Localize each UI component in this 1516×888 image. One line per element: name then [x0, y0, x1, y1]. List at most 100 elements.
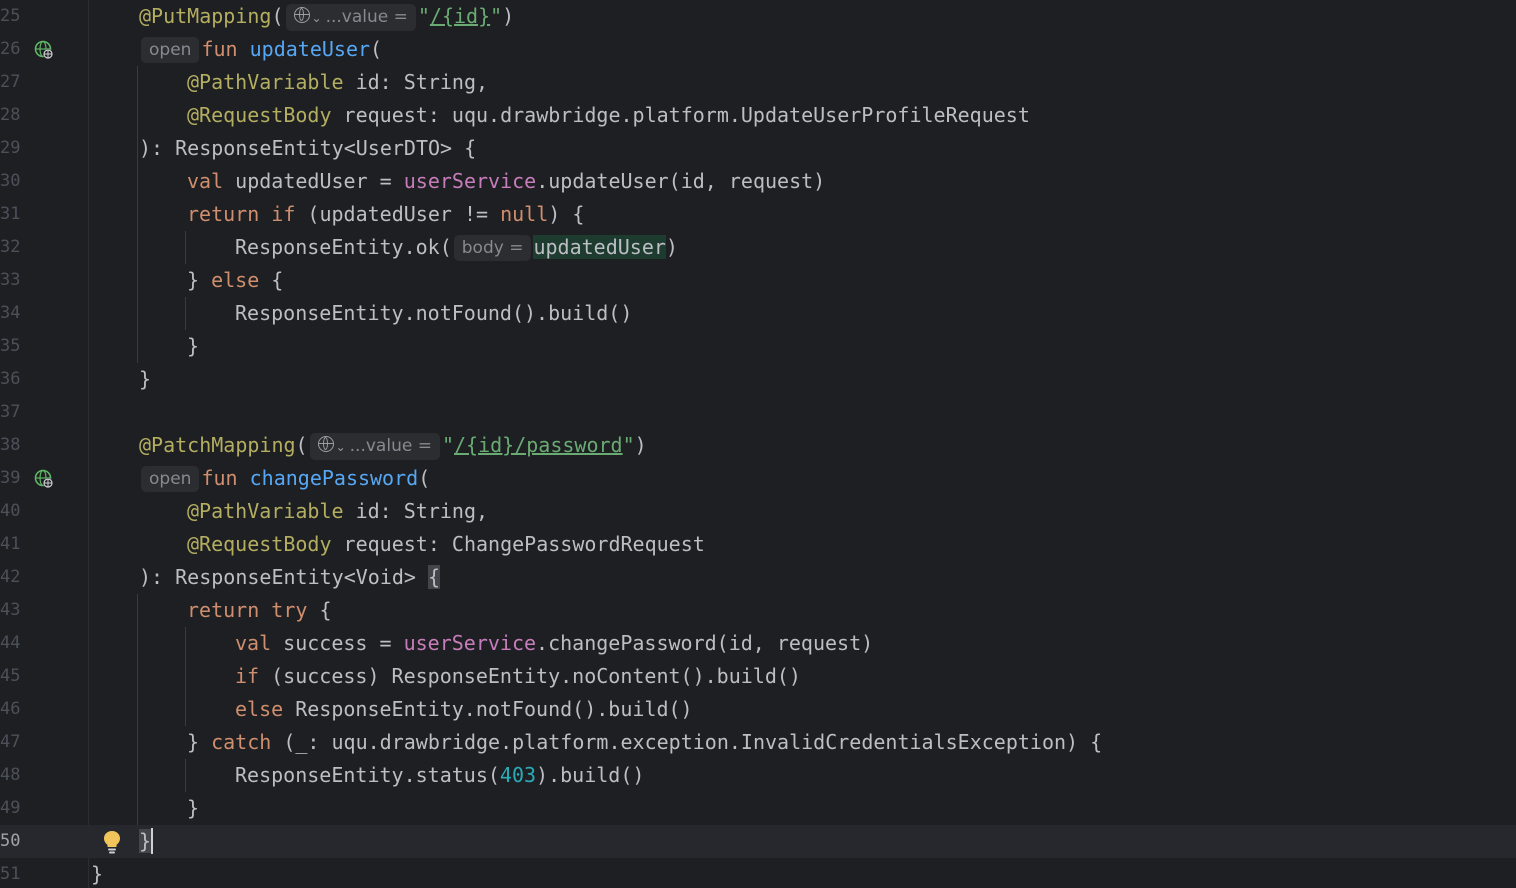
line-number: 39	[0, 468, 21, 488]
code-line[interactable]: 51 }	[0, 858, 1516, 888]
inlay-hint-label: ...value =	[325, 7, 408, 27]
line-number: 40	[0, 501, 21, 521]
code-line[interactable]: 42 ): ResponseEntity<Void> {	[0, 561, 1516, 594]
code-line[interactable]: 25 @PutMapping(⌄ ...value = "/{id}")	[0, 0, 1516, 33]
keyword: return	[187, 598, 260, 622]
code-rest: (	[418, 466, 431, 490]
line-number: 38	[0, 435, 21, 455]
line-number: 29	[0, 138, 21, 158]
code-text: val success = userService.changePassword…	[235, 627, 873, 660]
keyword: return	[187, 202, 260, 226]
field-reference: userService	[403, 631, 537, 655]
code-line[interactable]: 29 ): ResponseEntity<UserDTO> {	[0, 132, 1516, 165]
keyword: try	[271, 598, 308, 622]
line-number: 25	[0, 6, 21, 26]
code-pre: ResponseEntity.status(	[235, 763, 500, 787]
code-line[interactable]: 48 ResponseEntity.status(403).build()	[0, 759, 1516, 792]
code-line[interactable]: 31 return if (updatedUser != null) {	[0, 198, 1516, 231]
keyword: else	[235, 697, 284, 721]
code-text: }	[187, 792, 199, 825]
code-text: @PathVariable id: String,	[187, 495, 488, 528]
field-reference: userService	[403, 169, 537, 193]
current-code-line[interactable]: 50 }	[0, 825, 1516, 858]
code-rest: request: uqu.drawbridge.platform.UpdateU…	[331, 103, 1030, 127]
keyword: if	[271, 202, 296, 226]
code-line[interactable]: 38 @PatchMapping(⌄ ...value = "/{id}/passw…	[0, 429, 1516, 462]
line-number: 41	[0, 534, 21, 554]
line-number: 35	[0, 336, 21, 356]
line-number: 36	[0, 369, 21, 389]
line-number: 44	[0, 633, 21, 653]
keyword: null	[500, 202, 549, 226]
line-number: 45	[0, 666, 21, 686]
code-rest: )	[665, 235, 678, 259]
globe-icon	[293, 7, 310, 23]
code-line[interactable]: 36 }	[0, 363, 1516, 396]
code-line[interactable]: 41 @RequestBody request: ChangePasswordR…	[0, 528, 1516, 561]
line-number: 49	[0, 798, 21, 818]
string-quote: "	[417, 4, 430, 28]
code-line[interactable]: 37	[0, 396, 1516, 429]
code-line[interactable]: 49 }	[0, 792, 1516, 825]
code-text: } else {	[187, 264, 283, 297]
inlay-hint[interactable]: open	[141, 37, 200, 63]
line-number: 26	[0, 39, 21, 59]
code-line[interactable]: 45 if (success) ResponseEntity.noContent…	[0, 660, 1516, 693]
paren: (	[295, 433, 308, 457]
string-quote: "	[441, 433, 454, 457]
inlay-hint[interactable]: ⌄ ...value =	[285, 4, 416, 31]
code-editor[interactable]: 25 @PutMapping(⌄ ...value = "/{id}") 26 op…	[0, 0, 1516, 888]
paren: )	[634, 433, 647, 457]
inlay-hint[interactable]: ⌄ ...value =	[309, 433, 440, 460]
function-name: changePassword	[249, 466, 419, 490]
code-rest: ) {	[548, 202, 585, 226]
endpoint-globe-icon[interactable]	[34, 469, 54, 489]
keyword: else	[211, 268, 260, 292]
code-line[interactable]: 27 @PathVariable id: String,	[0, 66, 1516, 99]
url-path-link[interactable]: /{id}/password	[454, 433, 623, 457]
code-line[interactable]: 35 }	[0, 330, 1516, 363]
code-text: }	[139, 363, 151, 396]
code-line[interactable]: 43 return try {	[0, 594, 1516, 627]
code-line[interactable]: 34 ResponseEntity.notFound().build()	[0, 297, 1516, 330]
code-line[interactable]: 47 } catch (_: uqu.drawbridge.platform.e…	[0, 726, 1516, 759]
highlighted-identifier: updatedUser	[533, 235, 666, 259]
code-text: @PutMapping(⌄ ...value = "/{id}")	[139, 0, 514, 33]
inlay-hint[interactable]: body =	[453, 235, 532, 261]
code-line[interactable]: 40 @PathVariable id: String,	[0, 495, 1516, 528]
line-number: 34	[0, 303, 21, 323]
inlay-hint-label: ...value =	[349, 436, 432, 456]
code-rest: ResponseEntity.notFound().build()	[283, 697, 693, 721]
code-line[interactable]: 44 val success = userService.changePassw…	[0, 627, 1516, 660]
code-line[interactable]: 39 open fun changePassword(	[0, 462, 1516, 495]
url-path-link[interactable]: /{id}	[430, 4, 490, 28]
annotation: @RequestBody	[187, 532, 332, 556]
line-number: 51	[0, 864, 21, 884]
code-rest: .updateUser(id, request)	[536, 169, 826, 193]
code-rest: request: ChangePasswordRequest	[331, 532, 705, 556]
line-number: 28	[0, 105, 21, 125]
code-rest: ): ResponseEntity<UserDTO> {	[139, 136, 477, 160]
code-text: return try {	[187, 594, 332, 627]
inlay-hint[interactable]: open	[141, 466, 200, 492]
code-rest: }	[187, 796, 200, 820]
code-text: return if (updatedUser != null) {	[187, 198, 584, 231]
code-line[interactable]: 46 else ResponseEntity.notFound().build(…	[0, 693, 1516, 726]
line-number: 42	[0, 567, 21, 587]
code-line[interactable]: 33 } else {	[0, 264, 1516, 297]
code-line[interactable]: 30 val updatedUser = userService.updateU…	[0, 165, 1516, 198]
code-line[interactable]: 26 open fun updateUser(	[0, 33, 1516, 66]
globe-icon	[317, 436, 334, 452]
code-line[interactable]: 32 ResponseEntity.ok(body = updatedUser)	[0, 231, 1516, 264]
keyword: fun	[201, 466, 250, 490]
code-rest: (success) ResponseEntity.noContent().bui…	[259, 664, 801, 688]
code-text: ResponseEntity.status(403).build()	[235, 759, 644, 792]
endpoint-globe-icon[interactable]	[34, 40, 54, 60]
annotation: @PatchMapping	[139, 433, 296, 457]
paren: (	[271, 4, 284, 28]
line-number: 33	[0, 270, 21, 290]
lightbulb-icon[interactable]	[103, 830, 121, 854]
code-pre: }	[187, 268, 212, 292]
code-line[interactable]: 28 @RequestBody request: uqu.drawbridge.…	[0, 99, 1516, 132]
code-text: }	[139, 825, 152, 858]
